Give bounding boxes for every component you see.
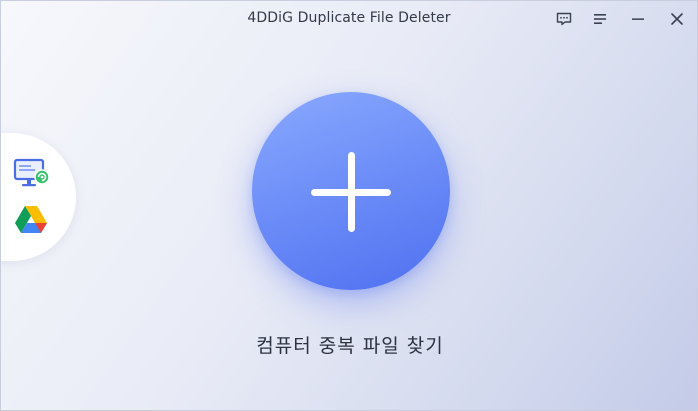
minimize-icon: [632, 18, 644, 20]
app-window: 4DDiG Duplicate File Deleter 컴퓨터 중복 파일 찾…: [0, 0, 698, 411]
close-icon: [671, 13, 683, 25]
close-button[interactable]: [666, 9, 688, 29]
plus-icon-horizontal-bar: [311, 189, 391, 196]
menu-button[interactable]: [590, 9, 612, 29]
add-folder-button[interactable]: [252, 92, 450, 290]
sidebar-item-computer[interactable]: [11, 155, 51, 191]
source-sidebar: [1, 133, 76, 261]
google-drive-icon: [15, 206, 47, 233]
feedback-button[interactable]: [553, 9, 575, 29]
scan-computer-label: 컴퓨터 중복 파일 찾기: [256, 335, 444, 357]
hamburger-menu-icon: [594, 14, 606, 24]
title-bar: 4DDiG Duplicate File Deleter: [1, 1, 697, 37]
sidebar-item-google-drive[interactable]: [11, 202, 51, 238]
feedback-icon: [556, 12, 572, 26]
computer-icon: [13, 158, 50, 187]
minimize-button[interactable]: [627, 9, 649, 29]
